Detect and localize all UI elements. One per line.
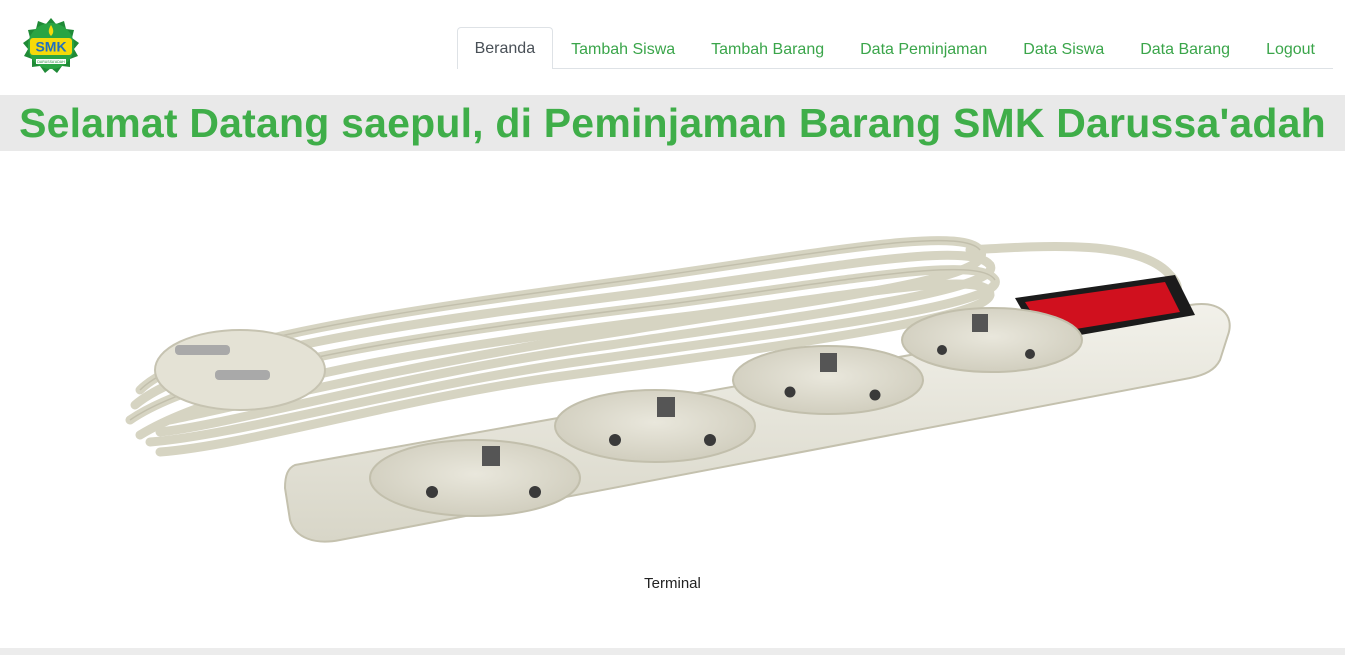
- nav-item-data-peminjaman[interactable]: Data Peminjaman: [842, 28, 1005, 69]
- school-logo[interactable]: SMK DARUSSA'ADAH: [20, 16, 82, 76]
- header: SMK DARUSSA'ADAH Beranda Tambah Siswa Ta…: [0, 0, 1345, 95]
- product-caption: Terminal: [644, 575, 701, 592]
- welcome-banner: Selamat Datang saepul, di Peminjaman Bar…: [0, 95, 1345, 151]
- nav-item-data-barang[interactable]: Data Barang: [1122, 28, 1248, 69]
- footer-divider: [0, 648, 1345, 655]
- nav-item-data-siswa[interactable]: Data Siswa: [1005, 28, 1122, 69]
- nav-item-tambah-siswa[interactable]: Tambah Siswa: [553, 28, 693, 69]
- nav-item-tambah-barang[interactable]: Tambah Barang: [693, 28, 842, 69]
- power-strip-image: [125, 236, 1231, 543]
- nav-item-logout[interactable]: Logout: [1248, 28, 1333, 69]
- logo-text: SMK: [35, 39, 66, 55]
- nav-item-beranda[interactable]: Beranda: [456, 27, 554, 69]
- main-nav: Beranda Tambah Siswa Tambah Barang Data …: [456, 26, 1333, 69]
- logo-subtext: DARUSSA'ADAH: [37, 60, 65, 64]
- welcome-title: Selamat Datang saepul, di Peminjaman Bar…: [19, 99, 1326, 146]
